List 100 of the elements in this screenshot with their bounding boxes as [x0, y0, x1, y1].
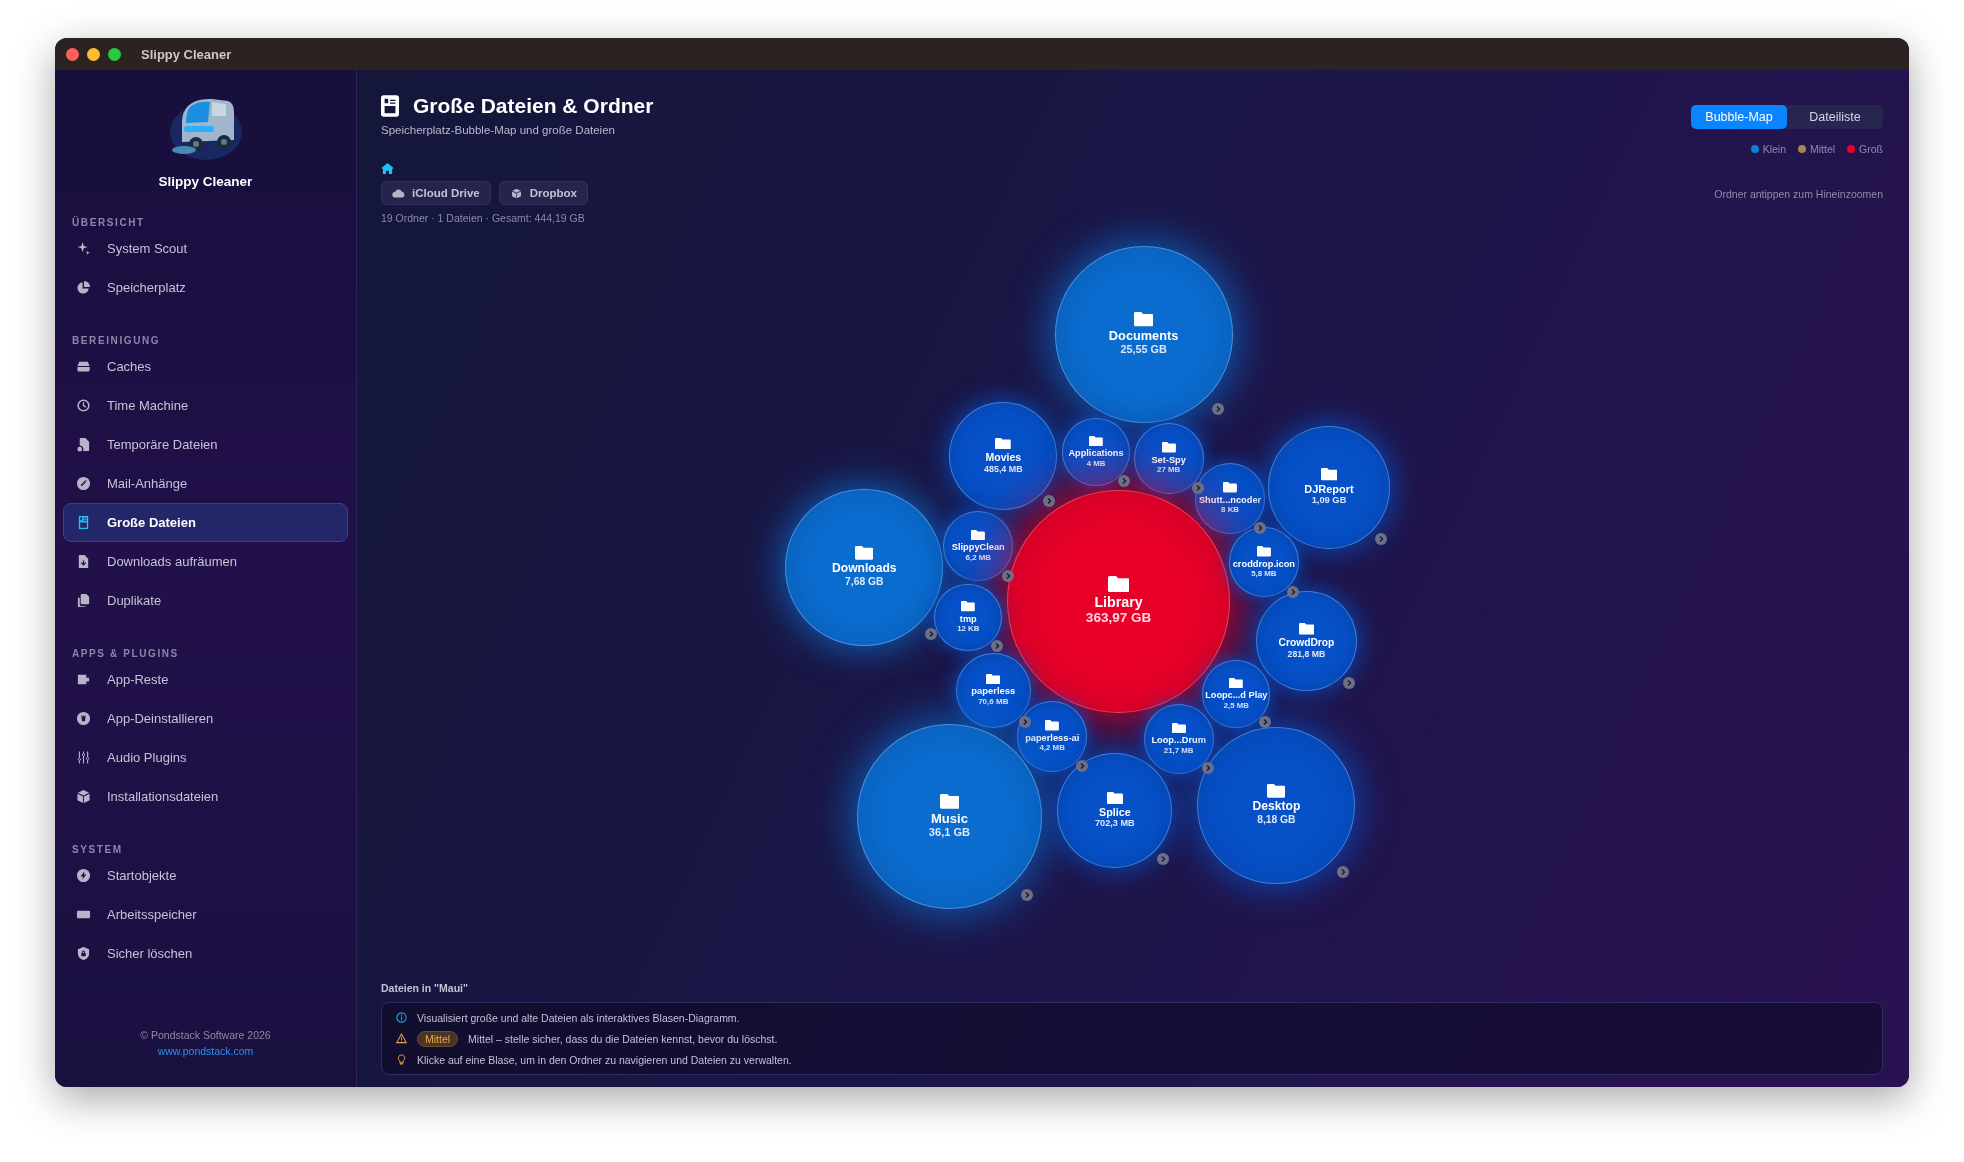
page-title: Große Dateien & Ordner [413, 94, 654, 118]
sidebar-item[interactable]: App-Deinstallieren [63, 699, 348, 738]
chevron-button[interactable] [924, 627, 937, 640]
folder-size: 25,55 GB [1120, 343, 1167, 357]
folder-bubble[interactable]: CrowdDrop 281,8 MB [1256, 591, 1357, 692]
legend-label: Groß [1859, 143, 1883, 155]
folder-size: 363,97 GB [1085, 610, 1152, 627]
location-chip[interactable]: iCloud Drive [381, 181, 491, 205]
folder-bubble[interactable]: Splice 702,3 MB [1057, 752, 1173, 869]
sidebar-item[interactable]: Duplikate [63, 581, 348, 620]
window-title: Slippy Cleaner [141, 46, 232, 62]
chevron-button[interactable] [1342, 677, 1355, 690]
folder-icon [1107, 575, 1130, 592]
chevron-button[interactable] [1258, 716, 1271, 729]
folder-icon [1256, 546, 1271, 557]
warning-icon [396, 1033, 407, 1044]
folder-icon [986, 673, 1001, 685]
folder-name: Documents [1108, 328, 1179, 344]
folder-icon [1161, 442, 1176, 453]
sidebar-item[interactable]: System Scout [63, 229, 348, 268]
risk-badge: Mittel [417, 1030, 459, 1047]
image-document-icon [381, 95, 399, 117]
chevron-button[interactable] [1118, 474, 1131, 487]
download-document-icon [76, 554, 91, 569]
folder-bubble[interactable]: Downloads 7,68 GB [785, 488, 944, 647]
chevron-button[interactable] [1253, 522, 1266, 534]
info-icon [396, 1012, 407, 1023]
sidebar-item[interactable]: Time Machine [63, 386, 348, 425]
sidebar-item[interactable]: Caches [63, 347, 348, 386]
chevron-button[interactable] [1001, 569, 1014, 582]
folder-name: croddrop.icon [1232, 558, 1295, 570]
cloud-icon [392, 187, 405, 199]
folder-name: SlippyClean [951, 542, 1005, 553]
sidebar-item[interactable]: Audio Plugins [63, 738, 348, 777]
folder-icon [1298, 623, 1315, 635]
sidebar-item[interactable]: Arbeitsspeicher [63, 895, 348, 934]
folder-bubble[interactable]: DJReport 1,09 GB [1267, 425, 1391, 549]
chevron-button[interactable] [1075, 760, 1088, 772]
home-icon[interactable] [381, 162, 394, 175]
chevron-button[interactable] [1021, 888, 1034, 901]
trash-icon [76, 711, 91, 726]
folder-bubble[interactable]: Movies 485,4 MB [949, 402, 1058, 510]
chevron-button[interactable] [1042, 495, 1055, 508]
chevron-button[interactable] [1018, 715, 1031, 728]
chevron-button[interactable] [1202, 762, 1215, 775]
chevron-button[interactable] [1157, 852, 1170, 865]
folder-bubble[interactable]: Documents 25,55 GB [1054, 245, 1233, 424]
folder-name: Set-Spy [1151, 454, 1186, 466]
folder-size: 702,3 MB [1095, 818, 1135, 830]
folder-name: Applications [1068, 448, 1124, 459]
sidebar-item[interactable]: Speicherplatz [63, 268, 348, 307]
chevron-button[interactable] [990, 639, 1003, 652]
chevron-button[interactable] [1212, 403, 1225, 416]
sidebar-item[interactable]: Downloads aufräumen [63, 542, 348, 581]
chevron-button[interactable] [1192, 481, 1205, 494]
folder-name: Library [1094, 593, 1143, 611]
sidebar-item[interactable]: Sicher löschen [63, 934, 348, 973]
sidebar-item[interactable]: Startobjekte [63, 856, 348, 895]
folder-name: Splice [1099, 805, 1131, 819]
folder-size: 485,4 MB [984, 463, 1023, 475]
location-chip[interactable]: Dropbox [498, 181, 588, 205]
folder-bubble[interactable]: paperless 70,6 MB [955, 652, 1031, 728]
chevron-button[interactable] [1336, 865, 1349, 878]
sidebar-item[interactable]: Große Dateien [63, 503, 348, 542]
section-heading: BEREINIGUNG [72, 335, 162, 347]
folder-icon [1223, 482, 1237, 493]
sidebar-item[interactable]: App-Reste [63, 660, 348, 699]
folder-icon [1045, 720, 1060, 731]
files-heading: Dateien in "Maui" [381, 982, 469, 994]
close-button[interactable] [66, 47, 79, 61]
sparkle-icon [76, 241, 91, 256]
zoom-button[interactable] [108, 47, 121, 61]
lightbulb-icon [396, 1054, 407, 1065]
folder-icon [1134, 312, 1154, 327]
sidebar-item[interactable]: Temporäre Dateien [63, 425, 348, 464]
image-document-icon [76, 515, 91, 530]
folder-icon [1089, 436, 1103, 447]
folder-icon [855, 546, 874, 561]
folder-icon [1171, 722, 1186, 734]
note-text: Mittel – stelle sicher, dass du die Dateien kennst, bevor du löschst. [468, 1032, 778, 1045]
website-link[interactable]: www.pondstack.com [157, 1045, 254, 1057]
app-name: Slippy Cleaner [157, 174, 254, 189]
zoom-hint: Ordner antippen zum Hineinzoomen [1714, 188, 1883, 200]
section-heading: APPS & PLUGINS [72, 648, 180, 660]
folder-name: CrowdDrop [1278, 636, 1335, 649]
folder-size: 7,68 GB [845, 576, 884, 589]
drive-icon [76, 359, 91, 374]
chevron-button[interactable] [1374, 532, 1387, 545]
view-tab[interactable]: Dateiliste [1787, 105, 1883, 129]
sidebar-item[interactable]: Mail-Anhänge [63, 464, 348, 503]
box-icon [76, 789, 91, 804]
folder-name: Music [931, 810, 968, 826]
folder-name: Desktop [1252, 800, 1301, 814]
chevron-button[interactable] [1287, 585, 1300, 598]
minimize-button[interactable] [87, 47, 100, 61]
page-subtitle: Speicherplatz-Bubble-Map und große Dateien [381, 124, 615, 136]
folder-name: Downloads [832, 562, 897, 576]
folder-size: 1,09 GB [1311, 495, 1347, 507]
view-tab[interactable]: Bubble-Map [1691, 105, 1787, 129]
sidebar-item[interactable]: Installationsdateien [63, 777, 348, 816]
